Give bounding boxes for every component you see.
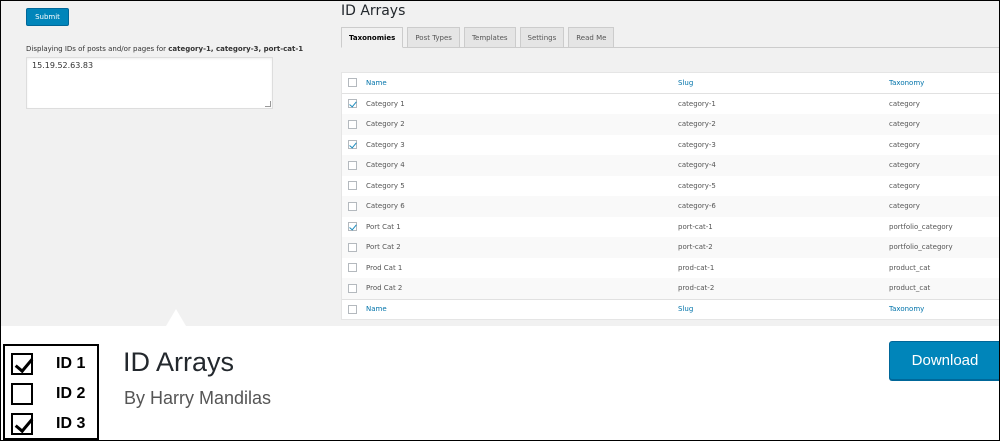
row-taxonomy: category	[889, 202, 920, 211]
row-slug: port-cat-1	[678, 222, 713, 231]
download-button[interactable]: Download	[889, 341, 999, 380]
table-row: Category 6 category-6 category	[342, 196, 999, 217]
row-name: Prod Cat 1	[366, 263, 403, 272]
table-row: Prod Cat 1 prod-cat-1 product_cat	[342, 258, 999, 279]
row-taxonomy: category	[889, 181, 920, 190]
row-checkbox[interactable]	[348, 201, 357, 211]
table-row: Category 4 category-4 category	[342, 155, 999, 176]
row-slug: category-6	[678, 202, 716, 211]
taxonomy-table: Name Slug Taxonomy Category 1 category-1 c…	[341, 72, 999, 320]
row-taxonomy: category	[889, 140, 920, 149]
table-row: Category 2 category-2 category	[342, 114, 999, 135]
ids-output-textarea[interactable]: 15.19.52.63.83	[26, 57, 273, 109]
row-checkbox[interactable]	[348, 119, 357, 129]
row-taxonomy: category	[889, 99, 920, 108]
column-footer-slug[interactable]: Slug	[678, 305, 693, 313]
logo-label: ID 2	[56, 385, 86, 402]
row-name: Category 4	[366, 161, 405, 170]
row-name: Category 6	[366, 202, 405, 211]
tab-templates[interactable]: Templates	[463, 27, 516, 48]
row-checkbox[interactable]	[348, 99, 357, 109]
table-row: Category 3 category-3 category	[342, 135, 999, 156]
column-footer-taxonomy[interactable]: Taxonomy	[889, 305, 924, 313]
logo-row: ID 2	[11, 382, 85, 406]
logo-row: ID 1	[11, 352, 85, 376]
row-name: Category 5	[366, 181, 405, 190]
plugin-logo: ID 1 ID 2 ID 3	[3, 344, 99, 440]
select-all-checkbox-footer[interactable]	[348, 304, 357, 314]
row-checkbox[interactable]	[348, 181, 357, 191]
row-checkbox[interactable]	[348, 263, 357, 273]
row-checkbox[interactable]	[348, 160, 357, 170]
column-header-slug[interactable]: Slug	[678, 79, 693, 87]
row-slug: category-4	[678, 161, 716, 170]
row-checkbox[interactable]	[348, 140, 357, 150]
banner-pointer	[166, 309, 186, 326]
row-taxonomy: category	[889, 120, 920, 129]
tab-taxonomies[interactable]: Taxonomies	[341, 27, 404, 48]
logo-row: ID 3	[11, 412, 85, 436]
row-taxonomy: portfolio_category	[889, 222, 953, 231]
column-header-name[interactable]: Name	[366, 79, 387, 87]
row-taxonomy: product_cat	[889, 284, 931, 293]
row-taxonomy: category	[889, 161, 920, 170]
row-name: Port Cat 1	[366, 222, 401, 231]
row-name: Category 2	[366, 120, 405, 129]
tab-settings[interactable]: Settings	[519, 27, 565, 48]
plugin-banner-frame: Submit Displaying IDs of posts and/or pa…	[0, 0, 1000, 441]
row-name: Category 3	[366, 140, 405, 149]
column-header-taxonomy[interactable]: Taxonomy	[889, 79, 924, 87]
row-slug: category-3	[678, 140, 716, 149]
row-name: Prod Cat 2	[366, 284, 403, 293]
row-checkbox[interactable]	[348, 283, 357, 293]
logo-checkbox-icon	[11, 353, 33, 375]
table-body: Category 1 category-1 category Category 2 ca…	[342, 94, 999, 299]
table-row: Port Cat 2 port-cat-2 portfolio_category	[342, 237, 999, 258]
table-row: Prod Cat 2 prod-cat-2 product_cat	[342, 278, 999, 299]
logo-label: ID 3	[56, 415, 86, 432]
table-footer-row: Name Slug Taxonomy	[342, 298, 999, 320]
row-slug: category-5	[678, 181, 716, 190]
plugin-title[interactable]: ID Arrays	[123, 347, 234, 378]
row-slug: category-1	[678, 99, 716, 108]
table-header-row: Name Slug Taxonomy	[342, 73, 999, 94]
row-slug: prod-cat-2	[678, 284, 715, 293]
row-slug: prod-cat-1	[678, 263, 715, 272]
select-all-checkbox[interactable]	[348, 78, 357, 88]
tab-post-types[interactable]: Post Types	[407, 27, 460, 48]
resize-grip-icon[interactable]	[265, 101, 271, 107]
display-prefix: Displaying IDs of posts and/or pages for	[26, 45, 169, 53]
tab-bar: Taxonomies Post Types Templates Settings…	[341, 27, 615, 48]
row-slug: category-2	[678, 120, 716, 129]
column-footer-name[interactable]: Name	[366, 305, 387, 313]
row-checkbox[interactable]	[348, 242, 357, 252]
tab-read-me[interactable]: Read Me	[568, 27, 615, 48]
plugin-author: By Harry Mandilas	[124, 388, 272, 408]
row-taxonomy: product_cat	[889, 263, 931, 272]
table-row: Category 1 category-1 category	[342, 94, 999, 115]
display-ids-label: Displaying IDs of posts and/or pages for…	[26, 45, 303, 53]
row-name: Category 1	[366, 99, 405, 108]
logo-checkbox-icon	[11, 413, 33, 435]
page-title: ID Arrays	[341, 3, 406, 19]
plugin-card: ID 1 ID 2 ID 3 ID Arrays By Harry Mandil…	[1, 326, 999, 440]
row-name: Port Cat 2	[366, 243, 401, 252]
row-checkbox[interactable]	[348, 222, 357, 232]
display-terms: category-1, category-3, port-cat-1	[168, 45, 304, 53]
ids-output-value: 15.19.52.63.83	[32, 61, 94, 70]
submit-button[interactable]: Submit	[26, 8, 69, 26]
logo-label: ID 1	[56, 355, 86, 372]
plugin-banner: Submit Displaying IDs of posts and/or pa…	[1, 1, 999, 326]
logo-checkbox-icon	[11, 383, 33, 405]
row-taxonomy: portfolio_category	[889, 243, 953, 252]
row-slug: port-cat-2	[678, 243, 713, 252]
table-row: Port Cat 1 port-cat-1 portfolio_category	[342, 217, 999, 238]
table-row: Category 5 category-5 category	[342, 176, 999, 197]
